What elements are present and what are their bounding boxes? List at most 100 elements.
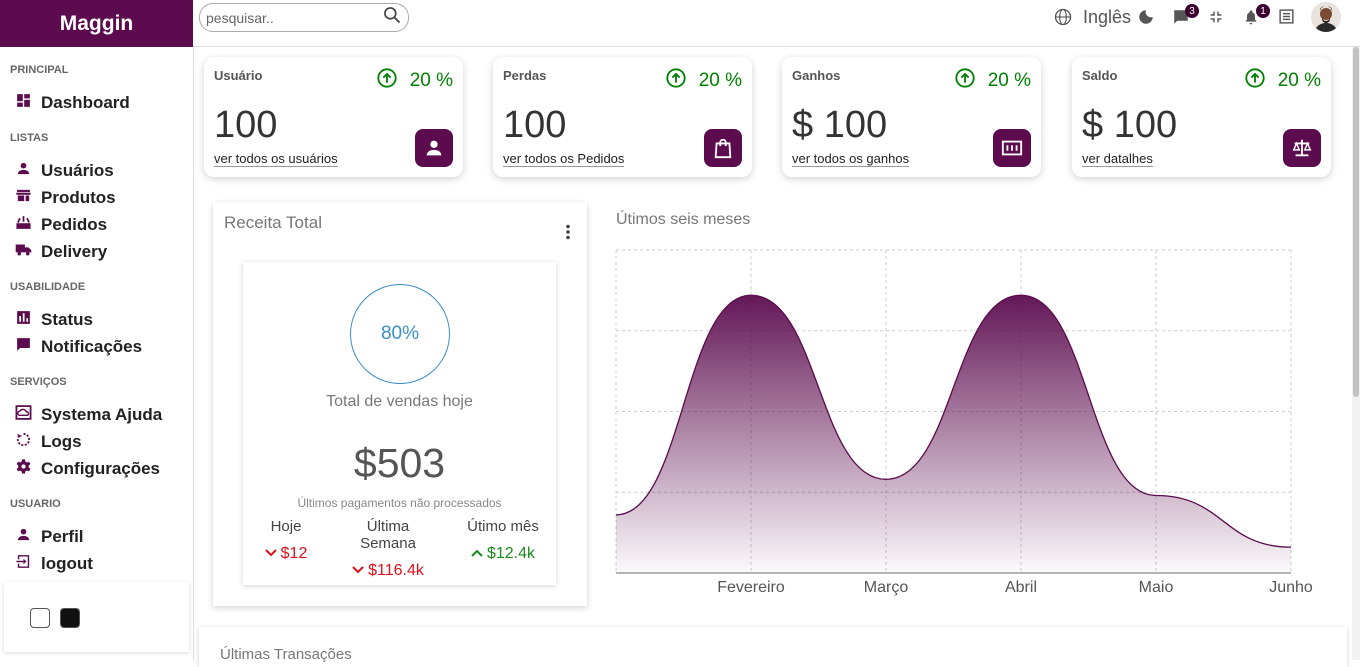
- chevron-up-icon: [471, 545, 483, 563]
- transactions-card: Últimas Transações: [199, 627, 1347, 667]
- money-icon: [993, 129, 1031, 167]
- gear-icon: [15, 458, 41, 480]
- dark-mode-icon[interactable]: [1137, 8, 1155, 26]
- revenue-value: $12.4k: [486, 545, 536, 562]
- chevron-down-icon: [352, 562, 364, 580]
- sidebar-item-notificacoes[interactable]: Notificações: [15, 336, 142, 358]
- sidebar-item-perfil[interactable]: Perfil: [15, 526, 84, 548]
- search-box: [199, 3, 409, 32]
- sidebar-item-pedidos[interactable]: Pedidos: [15, 214, 107, 236]
- x-tick-label: Março: [864, 579, 909, 596]
- progress-label: 80%: [380, 323, 420, 344]
- notifications-badge: 1: [1256, 4, 1270, 18]
- person-icon: [415, 129, 453, 167]
- widget-perdas: Perdas 20 % 100 ver todos os Pedidos: [493, 57, 752, 177]
- orders-icon: [15, 214, 41, 236]
- sidebar-item-status[interactable]: Status: [15, 309, 93, 331]
- x-tick-label: Fevereiro: [717, 579, 785, 596]
- widget-value: $ 100: [792, 104, 888, 146]
- widget-value: 100: [503, 104, 567, 146]
- sidebar-item-dashboard[interactable]: Dashboard: [15, 92, 130, 114]
- x-tick-label: Maio: [1139, 579, 1174, 596]
- scrollbar[interactable]: [1352, 47, 1360, 660]
- language-label: Inglês: [1083, 7, 1132, 27]
- widget-ganhos: Ganhos 20 % $ 100 ver todos os ganhos: [782, 57, 1041, 177]
- sidebar-item-configuracoes[interactable]: Configurações: [15, 458, 160, 480]
- sidebar-item-usuarios[interactable]: Usuários: [15, 160, 114, 182]
- user-avatar[interactable]: [1311, 2, 1341, 32]
- person-icon: [15, 526, 41, 548]
- widget-percent: 20 %: [665, 67, 742, 95]
- arrow-up-circle-icon: [376, 67, 410, 95]
- widget-value: $ 100: [1082, 104, 1178, 146]
- app-title: Maggin: [59, 11, 134, 35]
- chat-icon: [15, 336, 41, 358]
- revenue-subtitle: Total de vendas hoje: [326, 393, 473, 410]
- scrollbar-thumb[interactable]: [1353, 47, 1359, 397]
- search-icon[interactable]: [382, 5, 402, 30]
- language-selector[interactable]: Inglês: [1083, 7, 1131, 28]
- revenue-col-mes: Útimo mês $12.4k: [467, 518, 539, 563]
- progress-circle: 80%: [350, 284, 450, 384]
- messages-button[interactable]: 3: [1172, 4, 1199, 31]
- sidebar-item-delivery[interactable]: Delivery: [15, 241, 107, 263]
- widget-value: 100: [214, 104, 278, 146]
- globe-icon[interactable]: [1054, 8, 1072, 26]
- arrow-up-circle-icon: [665, 67, 699, 95]
- notifications-button[interactable]: 1: [1243, 4, 1270, 31]
- widget-title: Ganhos: [792, 68, 841, 83]
- collapse-icon[interactable]: [1208, 9, 1224, 25]
- more-vert-icon[interactable]: [565, 224, 571, 245]
- widget-link[interactable]: ver todos os usuários: [214, 151, 338, 167]
- balance-scale-icon: [1283, 129, 1321, 167]
- section-title-principal: PRINCIPAL: [10, 64, 69, 76]
- shopping-bag-icon: [704, 129, 742, 167]
- chevron-down-icon: [264, 545, 277, 563]
- dark-theme-swatch[interactable]: [60, 608, 80, 628]
- revenue-value: $12: [280, 545, 308, 562]
- messages-badge: 3: [1185, 4, 1199, 18]
- revenue-col-hoje: Hoje $12: [257, 518, 315, 563]
- sidebar: PRINCIPAL Dashboard LISTAS Usuários Prod…: [0, 47, 194, 660]
- widget-percent: 20 %: [954, 67, 1031, 95]
- widget-usuario: Usuário 20 % 100 ver todos os usuários: [204, 57, 463, 177]
- sidebar-item-produtos[interactable]: Produtos: [15, 187, 116, 209]
- store-icon: [15, 187, 41, 209]
- section-title-usuario: USUARIO: [10, 498, 61, 510]
- widget-percent: 20 %: [1244, 67, 1321, 95]
- widget-title: Usuário: [214, 68, 263, 83]
- search-input[interactable]: [206, 9, 382, 26]
- widget-link[interactable]: ver todos os ganhos: [792, 151, 910, 167]
- dashboard-icon: [15, 92, 41, 114]
- widget-title: Perdas: [503, 68, 547, 83]
- theme-switcher: [4, 582, 189, 652]
- chart-title: Útimos seis meses: [616, 211, 751, 228]
- sidebar-item-logs[interactable]: Logs: [15, 431, 82, 453]
- brand-logo[interactable]: Maggin: [0, 0, 193, 47]
- section-title-usabilidade: USABILIDADE: [10, 281, 86, 293]
- revenue-note: Últimos pagamentos não processados: [297, 496, 502, 510]
- sidebar-item-systema-ajuda[interactable]: Systema Ajuda: [15, 404, 162, 426]
- widget-saldo: Saldo 20 % $ 100 ver datalhes: [1072, 57, 1331, 177]
- x-tick-label: Junho: [1269, 579, 1313, 596]
- logout-icon: [15, 553, 41, 575]
- widget-percent: 20 %: [376, 67, 453, 95]
- cloud-icon: [15, 404, 41, 426]
- light-theme-swatch[interactable]: [30, 608, 50, 628]
- truck-icon: [15, 241, 41, 263]
- sidebar-item-logout[interactable]: logout: [15, 553, 93, 575]
- revenue-col-semana: Última Semana $116.4k: [338, 518, 438, 580]
- area-chart: Fevereiro Março Abril Maio Junho: [615, 249, 1313, 596]
- x-tick-label: Abril: [1005, 579, 1037, 596]
- revenue-card: Receita Total 80% Total de vendas hoje $…: [213, 202, 587, 606]
- series-area: [616, 295, 1291, 573]
- bar-chart-icon: [15, 309, 41, 331]
- section-title-listas: LISTAS: [10, 132, 49, 144]
- transactions-title: Últimas Transações: [220, 646, 352, 663]
- widget-title: Saldo: [1082, 68, 1118, 83]
- list-icon[interactable]: [1278, 8, 1295, 25]
- widget-link[interactable]: ver datalhes: [1082, 151, 1153, 167]
- revenue-value: $116.4k: [368, 562, 424, 579]
- arrow-up-circle-icon: [1244, 67, 1278, 95]
- widget-link[interactable]: ver todos os Pedidos: [503, 151, 625, 167]
